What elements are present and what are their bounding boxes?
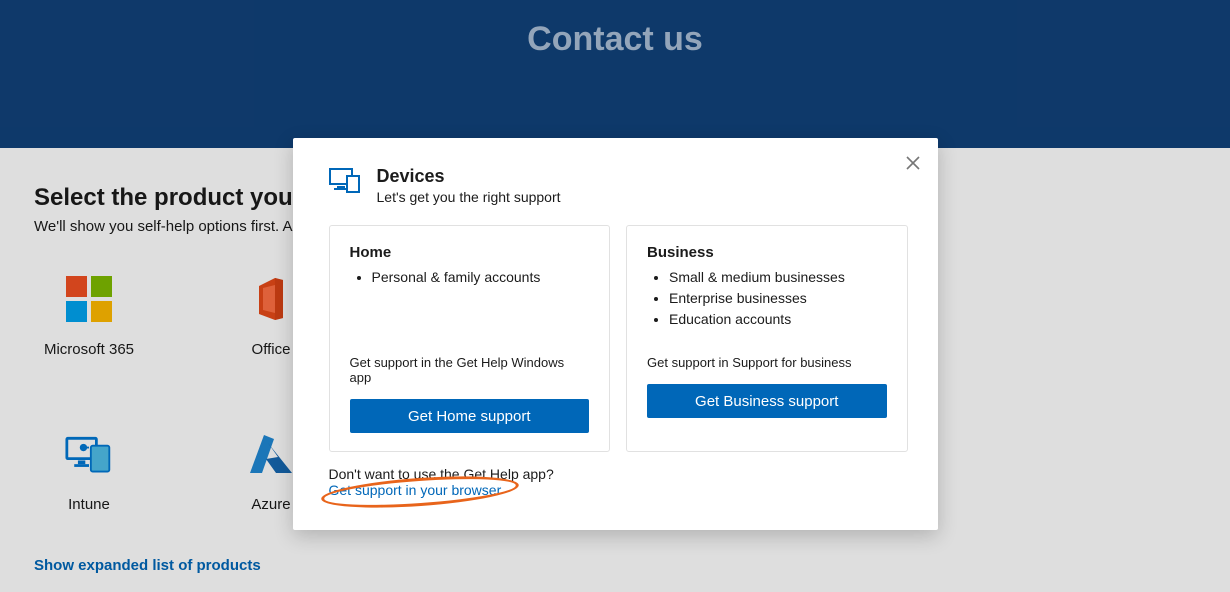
- business-card-title: Business: [647, 244, 887, 261]
- business-card-hint: Get support in Support for business: [647, 355, 887, 370]
- modal-title: Devices: [377, 166, 561, 187]
- home-card-list: Personal & family accounts: [350, 267, 590, 341]
- close-button[interactable]: [906, 152, 920, 174]
- fallback-text: Don't want to use the Get Help app?: [329, 466, 908, 482]
- home-card-title: Home: [350, 244, 590, 261]
- business-card: Business Small & medium businesses Enter…: [626, 225, 908, 452]
- devices-modal: Devices Let's get you the right support …: [293, 138, 938, 530]
- devices-icon: [329, 168, 361, 196]
- home-card: Home Personal & family accounts Get supp…: [329, 225, 611, 452]
- business-card-list: Small & medium businesses Enterprise bus…: [647, 267, 887, 341]
- modal-cards: Home Personal & family accounts Get supp…: [329, 225, 908, 452]
- get-support-browser-link[interactable]: Get support in your browser: [329, 482, 502, 498]
- get-business-support-button[interactable]: Get Business support: [647, 384, 887, 418]
- close-icon: [906, 150, 920, 175]
- get-home-support-button[interactable]: Get Home support: [350, 399, 590, 433]
- fallback-row: Don't want to use the Get Help app? Get …: [329, 466, 908, 500]
- modal-sub: Let's get you the right support: [377, 189, 561, 205]
- home-card-hint: Get support in the Get Help Windows app: [350, 355, 590, 385]
- list-item: Small & medium businesses: [669, 267, 887, 288]
- list-item: Personal & family accounts: [372, 267, 590, 288]
- modal-overlay: Devices Let's get you the right support …: [0, 0, 1230, 592]
- list-item: Education accounts: [669, 309, 887, 330]
- modal-header: Devices Let's get you the right support: [329, 166, 908, 205]
- list-item: Enterprise businesses: [669, 288, 887, 309]
